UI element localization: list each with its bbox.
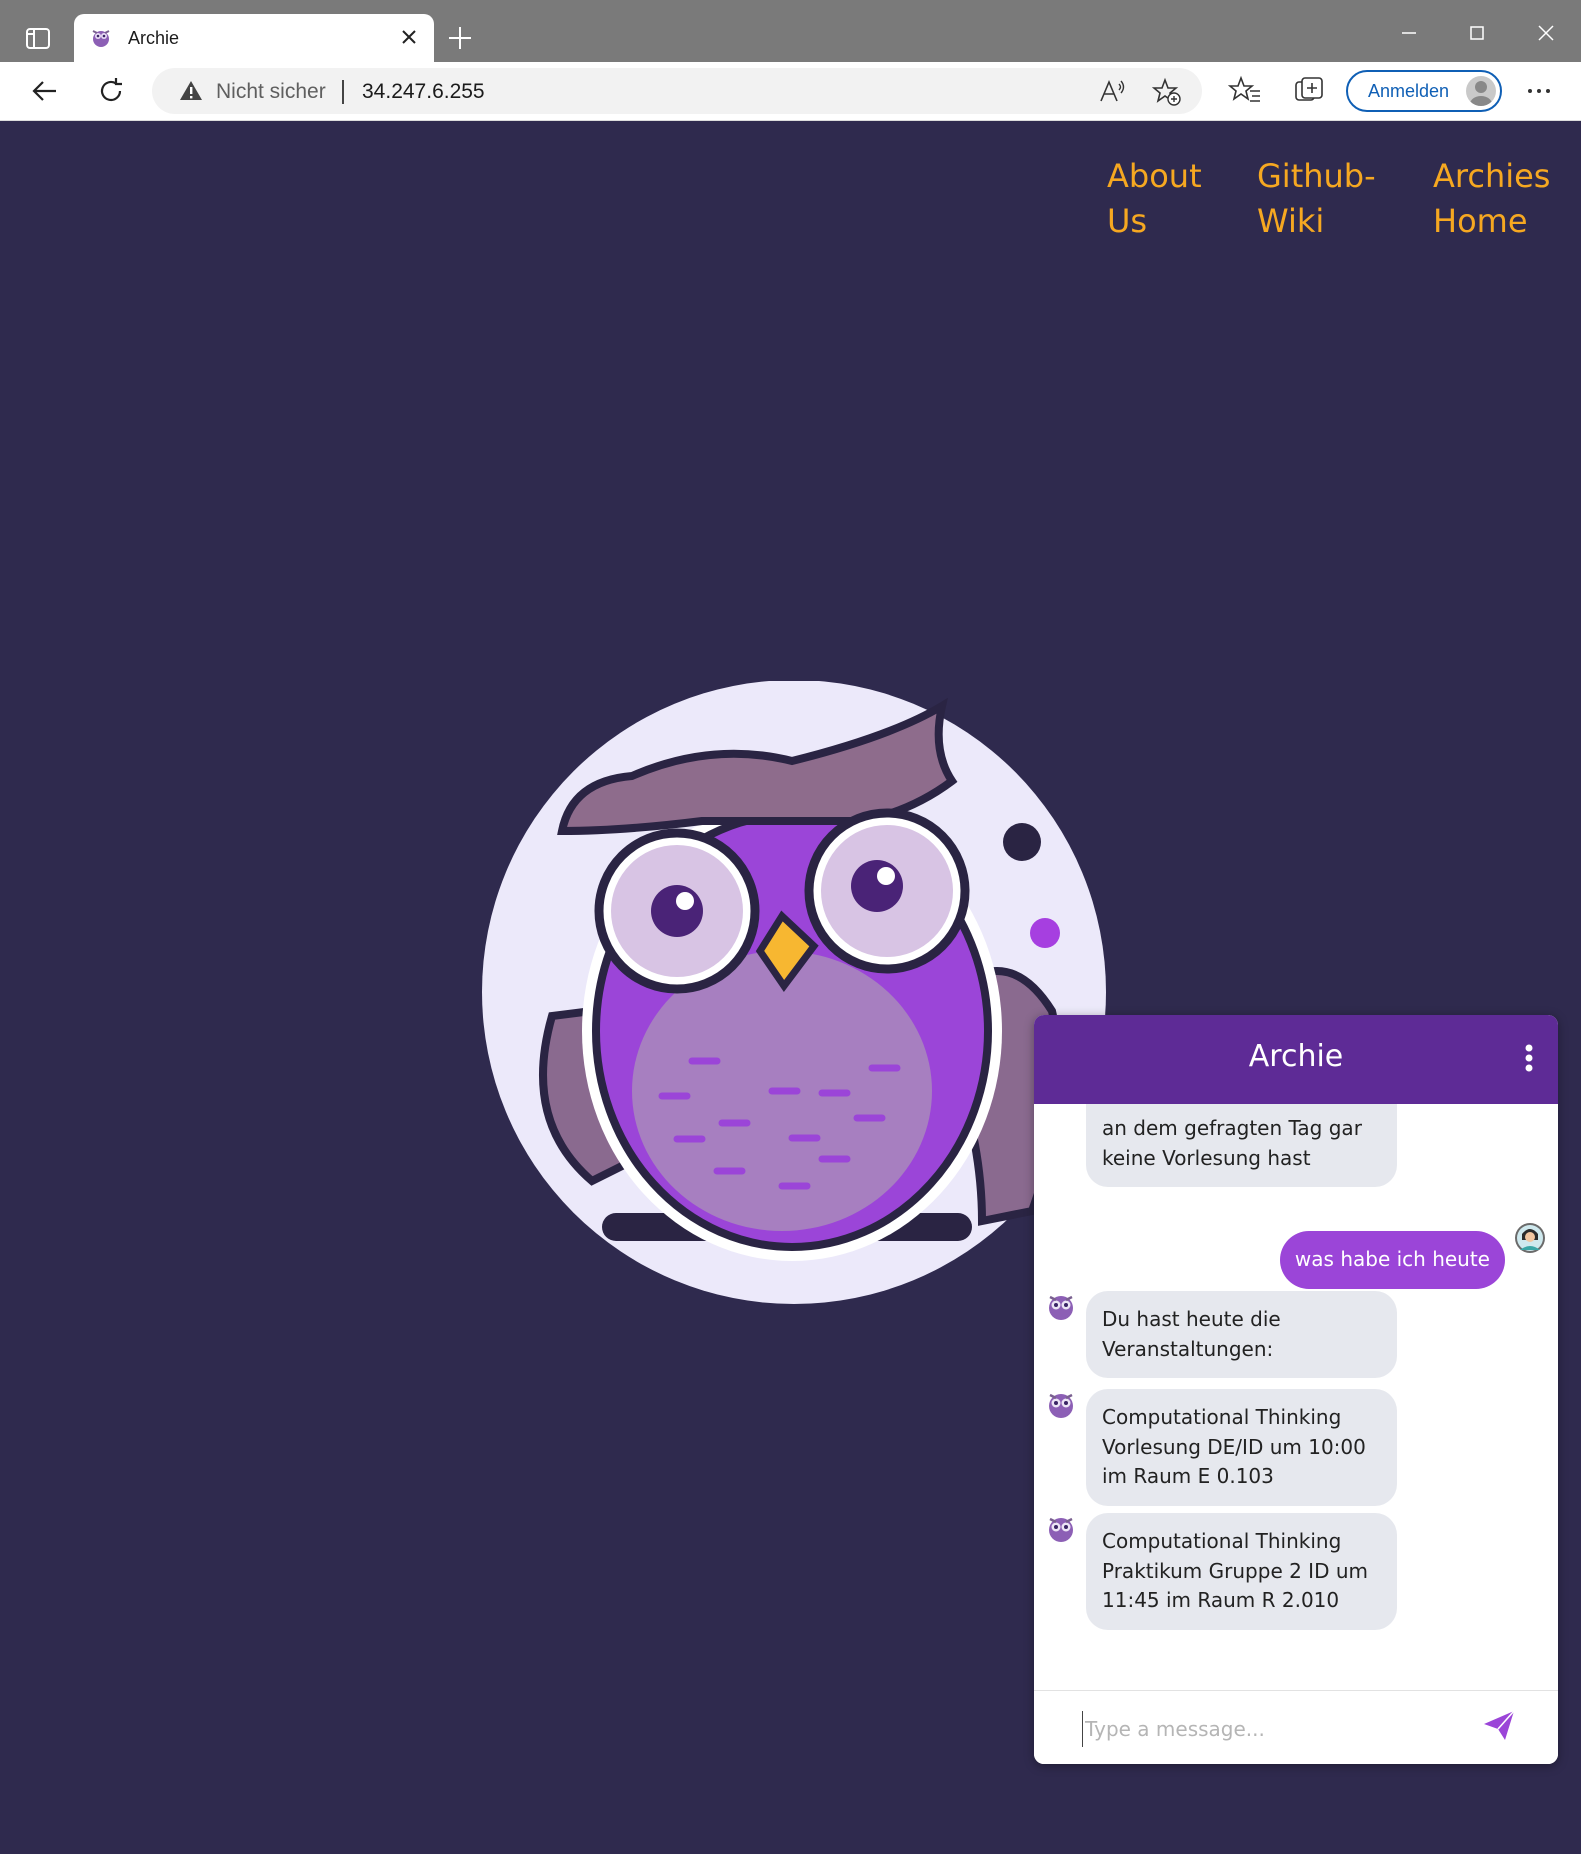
bot-message: Computational Thinking Vorlesung DE/ID u… [1086,1389,1397,1506]
kebab-menu-icon[interactable] [1524,1043,1534,1073]
bot-message: an dem gefragten Tag gar keine Vorlesung… [1086,1104,1397,1187]
browser-tab[interactable]: Archie [74,14,434,62]
nav-about-line2: Us [1107,202,1148,240]
nav-archies-home[interactable]: Archies Home [1433,154,1550,244]
minimize-icon[interactable] [1394,18,1424,48]
signin-button[interactable]: Anmelden [1346,70,1502,112]
bot-avatar-icon [1049,1295,1073,1320]
owl-favicon-icon [92,30,110,47]
nav-github-wiki[interactable]: Github- Wiki [1257,154,1376,244]
message-text: Du hast heute die Veranstaltungen: [1102,1307,1281,1361]
collections-icon[interactable] [1292,74,1326,108]
back-icon[interactable] [28,74,62,108]
message-input[interactable] [1082,1711,1467,1747]
read-aloud-icon[interactable] [1098,78,1126,106]
message-text: Computational Thinking Praktikum Gruppe … [1102,1529,1368,1612]
user-message: was habe ich heute [1279,1231,1505,1289]
reload-icon[interactable] [94,74,128,108]
favorites-icon[interactable] [1228,74,1262,108]
chat-widget: Archie an dem gefragten Tag gar keine Vo… [1034,1015,1558,1764]
chat-messages[interactable]: an dem gefragten Tag gar keine Vorlesung… [1034,1104,1558,1704]
user-avatar-icon [1515,1223,1545,1253]
nav-about-line1: About [1107,157,1202,195]
chat-header: Archie [1034,1015,1558,1104]
close-window-icon[interactable] [1531,18,1561,48]
new-tab-icon[interactable] [446,24,474,52]
warning-icon[interactable] [178,78,204,104]
message-text: was habe ich heute [1294,1247,1490,1271]
bot-avatar-icon [1049,1517,1073,1542]
tab-actions-icon[interactable] [22,22,54,54]
nav-about-us[interactable]: About Us [1107,154,1202,244]
address-bar[interactable]: Nicht sicher 34.247.6.255 [152,68,1202,114]
chat-title: Archie [1248,1039,1344,1074]
bot-avatar-icon [1049,1393,1073,1418]
nav-wiki-line1: Github- [1257,157,1376,195]
address-separator [342,80,344,104]
url-text[interactable]: 34.247.6.255 [362,80,485,104]
add-favorite-icon[interactable] [1152,77,1182,107]
nav-home-line1: Archies [1433,157,1551,195]
close-tab-icon[interactable] [398,26,420,48]
maximize-icon[interactable] [1462,18,1492,48]
tab-title: Archie [128,28,180,48]
signin-label: Anmelden [1368,81,1450,101]
more-options-icon[interactable] [1522,74,1556,108]
user-silhouette-icon [1470,81,1492,106]
nav-home-line2: Home [1433,202,1528,240]
browser-toolbar: Nicht sicher 34.247.6.255 Anmelden [0,62,1581,121]
profile-avatar [1466,76,1496,106]
bot-message: Computational Thinking Praktikum Gruppe … [1086,1513,1397,1630]
security-label[interactable]: Nicht sicher [216,80,326,104]
message-text: an dem gefragten Tag gar keine Vorlesung… [1102,1116,1362,1170]
chat-input-row [1034,1690,1558,1764]
browser-tab-bar: Archie [0,0,1581,62]
send-icon[interactable] [1481,1707,1517,1743]
bot-message: Du hast heute die Veranstaltungen: [1086,1291,1397,1378]
message-text: Computational Thinking Vorlesung DE/ID u… [1102,1405,1366,1488]
nav-wiki-line2: Wiki [1257,202,1325,240]
